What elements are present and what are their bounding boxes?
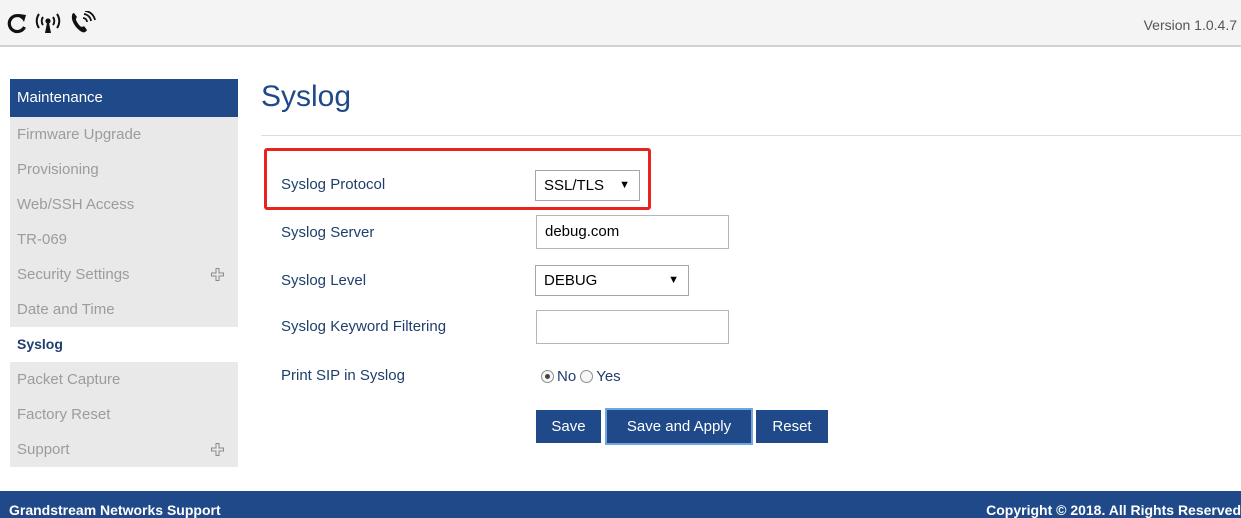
syslog-protocol-select[interactable]: SSL/TLS ▼	[535, 170, 640, 201]
sidebar-item-support[interactable]: Support	[10, 432, 238, 467]
sidebar-item-label: Security Settings	[17, 266, 130, 283]
save-button[interactable]: Save	[536, 410, 601, 443]
reset-button[interactable]: Reset	[756, 410, 828, 443]
sidebar-item-label: TR-069	[17, 231, 68, 248]
page-title: Syslog	[261, 80, 352, 113]
sidebar-item-tr-069[interactable]: TR-069	[10, 222, 238, 257]
sidebar-item-firmware-upgrade[interactable]: Firmware Upgrade	[10, 117, 238, 152]
sidebar-item-label: Syslog	[17, 336, 63, 352]
print-sip-yes-label: Yes	[596, 367, 621, 385]
sidebar-item-packet-capture[interactable]: Packet Capture	[10, 362, 238, 397]
top-bar: Version 1.0.4.7	[0, 0, 1241, 47]
footer: Grandstream Networks Support Copyright ©…	[0, 491, 1241, 518]
copyright-text: Copyright © 2018. All Rights Reserved	[986, 502, 1241, 518]
syslog-protocol-value: SSL/TLS	[544, 177, 605, 194]
save-and-apply-button[interactable]: Save and Apply	[605, 408, 753, 445]
print-sip-yes-radio[interactable]	[580, 369, 594, 383]
sidebar-item-label: Provisioning	[17, 161, 99, 178]
wireless-signal-icon	[34, 12, 62, 34]
dropdown-arrow-icon: ▼	[619, 179, 630, 191]
sidebar-item-label: Date and Time	[17, 301, 115, 318]
sidebar: Maintenance Firmware Upgrade Provisionin…	[10, 79, 238, 467]
firmware-version: Version 1.0.4.7	[1143, 17, 1237, 33]
sidebar-item-date-and-time[interactable]: Date and Time	[10, 292, 238, 327]
syslog-level-label: Syslog Level	[281, 272, 367, 289]
status-icons	[6, 8, 96, 38]
print-sip-radio-group: No Yes	[541, 366, 625, 386]
syslog-keyword-filtering-input[interactable]	[536, 310, 729, 344]
sidebar-item-provisioning[interactable]: Provisioning	[10, 152, 238, 187]
sidebar-item-label: Factory Reset	[17, 406, 111, 423]
support-link[interactable]: Grandstream Networks Support	[9, 502, 221, 518]
syslog-server-label: Syslog Server	[281, 224, 375, 241]
expand-plus-icon[interactable]	[211, 443, 224, 456]
sidebar-section-maintenance[interactable]: Maintenance	[10, 79, 238, 117]
sidebar-item-syslog[interactable]: Syslog	[10, 327, 238, 362]
sidebar-item-label: Web/SSH Access	[17, 196, 135, 213]
print-sip-label: Print SIP in Syslog	[281, 367, 405, 384]
syslog-level-value: DEBUG	[544, 272, 598, 289]
sidebar-item-factory-reset[interactable]: Factory Reset	[10, 397, 238, 432]
phone-icon	[68, 11, 96, 35]
refresh-icon[interactable]	[6, 12, 28, 34]
syslog-keyword-filtering-label: Syslog Keyword Filtering	[281, 318, 447, 335]
syslog-protocol-label: Syslog Protocol	[281, 176, 386, 193]
sidebar-item-label: Firmware Upgrade	[17, 126, 142, 143]
print-sip-no-radio[interactable]	[541, 369, 554, 383]
sidebar-item-label: Support	[17, 441, 70, 458]
syslog-level-select[interactable]: DEBUG ▼	[535, 265, 689, 296]
sidebar-menu: Firmware Upgrade Provisioning Web/SSH Ac…	[10, 117, 238, 467]
sidebar-item-security-settings[interactable]: Security Settings	[10, 257, 238, 292]
sidebar-item-web-ssh-access[interactable]: Web/SSH Access	[10, 187, 238, 222]
syslog-server-input[interactable]: debug.com	[536, 215, 729, 249]
print-sip-no-label: No	[557, 367, 577, 385]
title-divider	[261, 135, 1241, 136]
sidebar-item-label: Packet Capture	[17, 371, 121, 388]
dropdown-arrow-icon: ▼	[668, 274, 679, 286]
expand-plus-icon[interactable]	[211, 268, 224, 281]
